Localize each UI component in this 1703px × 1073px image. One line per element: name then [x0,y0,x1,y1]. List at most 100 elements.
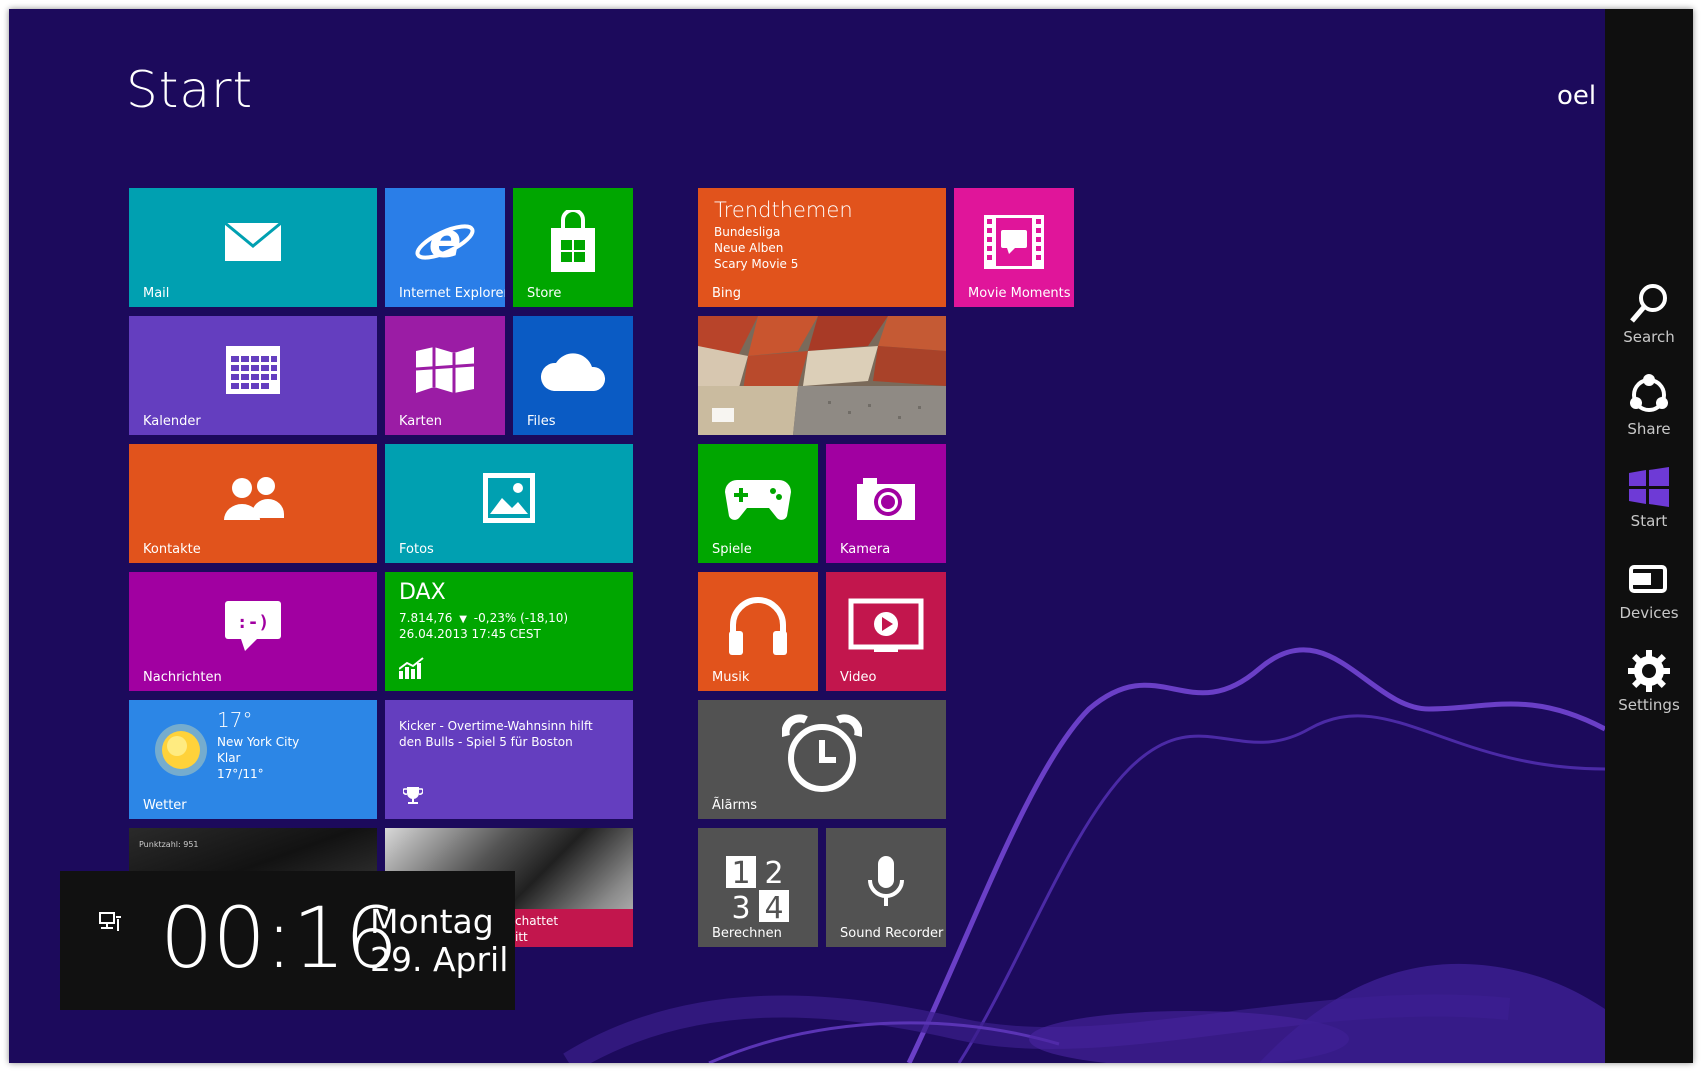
network-icon [98,911,122,937]
weather-city: New York City [217,735,300,749]
tile-files[interactable]: Files [513,316,633,435]
film-strip-icon [983,214,1045,274]
charm-label: Start [1630,512,1668,530]
tile-alarms[interactable]: Ãlãrms [698,700,946,819]
weather-condition: Klar [217,751,241,765]
clock-time: 00:16 [160,889,398,987]
tile-label: Karten [399,414,442,429]
page-title: Start [126,61,254,119]
internet-explorer-icon: e [413,212,477,276]
tile-label: Movie Moments [968,286,1071,301]
svg-text:e: e [429,213,462,269]
game-controller-icon [723,474,793,526]
svg-text:4: 4 [764,891,783,922]
charm-share[interactable]: Share [1605,373,1693,438]
dax-timestamp: 26.04.2013 17:45 CEST [399,627,541,641]
tile-label: Kalender [143,414,201,429]
tile-mail[interactable]: Mail [129,188,377,307]
sun-icon [153,722,209,782]
trophy-icon [402,785,424,809]
search-icon [1630,284,1667,323]
tile-label: Ãlãrms [712,798,758,813]
tile-label: Musik [712,670,750,685]
tile-kamera[interactable]: Kamera [826,444,946,563]
tile-kalender[interactable]: Kalender [129,316,377,435]
tile-internet-explorer[interactable]: e Internet Explorer [385,188,505,307]
tile-label: Mail [143,286,170,301]
tile-dax[interactable]: DAX 7.814,76 ▼ -0,23% (-18,10) 26.04.201… [385,572,633,691]
tile-fotos[interactable]: Fotos [385,444,633,563]
sport-headline: Kicker - Overtime-Wahnsinn hilft den Bul… [399,719,593,749]
weather-range: 17°/11° [217,767,264,781]
dax-title: DAX [399,580,446,605]
tile-sport[interactable]: Kicker - Overtime-Wahnsinn hilft den Bul… [385,700,633,819]
tile-label: Video [840,670,877,685]
share-icon [1630,374,1668,412]
tile-kontakte[interactable]: Kontakte [129,444,377,563]
svg-text::-): :-) [237,612,270,633]
trend-item: Scary Movie 5 [714,257,799,271]
svg-text:3: 3 [731,891,750,922]
tile-label: Fotos [399,542,434,557]
microphone-icon [866,854,906,914]
dax-value: 7.814,76 [399,611,453,625]
tile-musik[interactable]: Musik [698,572,818,691]
tile-spiele[interactable]: Spiele [698,444,818,563]
tile-trendthemen[interactable]: Trendthemen Bundesliga Neue Alben Scary … [698,188,946,307]
charm-label: Devices [1619,604,1679,622]
news-caption-line1: chattet [515,914,559,928]
tile-sound-recorder[interactable]: Sound Recorder [826,828,946,947]
news-caption-line2: itt [515,930,528,944]
tile-nachrichten[interactable]: :-) Nachrichten [129,572,377,691]
alarm-clock-icon [781,714,863,798]
charm-start[interactable]: Start [1605,465,1693,530]
trend-item: Neue Alben [714,241,784,255]
tile-label: Store [527,286,562,301]
charm-search[interactable]: Search [1605,281,1693,346]
message-smiley-icon: :-) [223,599,283,657]
calendar-icon [225,345,281,399]
tile-wetter[interactable]: 17° New York City Klar 17°/11° Wetter [129,700,377,819]
tile-label: Kontakte [143,542,201,557]
news-photo-overlay-text: Punktzahl: 951 [139,840,199,849]
dax-change: -0,23% (-18,10) [473,611,569,625]
tile-label: Kamera [840,542,891,557]
user-name[interactable]: oel [1557,81,1596,111]
video-play-icon [848,598,924,658]
trend-title: Trendthemen [714,198,853,222]
tile-movie-moments[interactable]: Movie Moments [954,188,1074,307]
tile-label: Bing [712,286,742,301]
tile-label: Berechnen [712,926,782,941]
charm-settings[interactable]: Settings [1605,649,1693,714]
headphones-icon [725,593,791,663]
city-rooftops-image [698,316,946,435]
svg-text:2: 2 [764,856,783,891]
store-bag-icon [547,207,599,278]
tile-store[interactable]: Store [513,188,633,307]
camera-icon [855,474,917,526]
tile-city-photo[interactable] [698,316,946,435]
tile-label: Internet Explorer [399,286,505,301]
devices-icon [1629,565,1667,593]
clock-date: 29. April [370,940,509,979]
clock-day: Montag [370,902,494,941]
tile-berechnen[interactable]: 1234 Berechnen [698,828,818,947]
tile-video[interactable]: Video [826,572,946,691]
charm-label: Settings [1618,696,1680,714]
charm-label: Share [1627,420,1671,438]
trend-item: Bundesliga [714,225,781,239]
people-icon [220,474,286,526]
windows-logo-icon [1629,467,1669,507]
tile-label: Files [527,414,556,429]
calculator-icon: 1234 [726,856,792,926]
charm-label: Search [1623,328,1675,346]
down-arrow-icon: ▼ [459,614,467,625]
charms-bar: Search Share Start Devices Settings [1605,9,1693,1063]
weather-temperature: 17° [217,708,253,732]
tile-karten[interactable]: Karten [385,316,505,435]
cloud-icon [538,347,608,397]
photo-icon [482,472,536,528]
charm-devices[interactable]: Devices [1605,557,1693,622]
finance-chart-icon [398,657,425,683]
svg-text:1: 1 [731,856,750,891]
